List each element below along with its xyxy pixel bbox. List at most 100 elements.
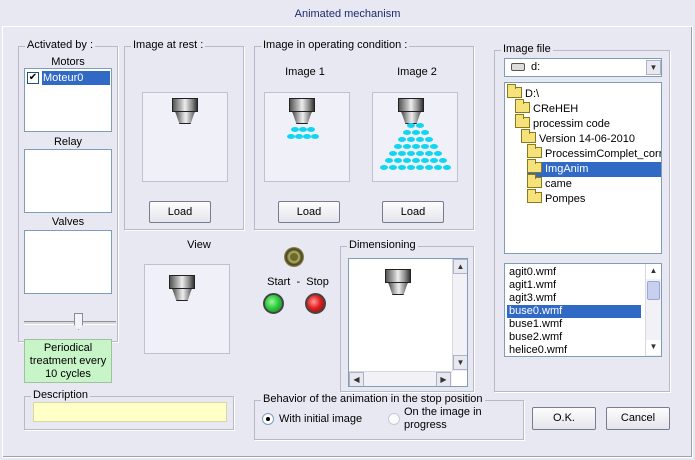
folder-icon	[521, 129, 536, 143]
dimensioning-vscroll[interactable]: ▲ ▼	[452, 259, 467, 371]
relays-label: Relay	[53, 136, 83, 148]
tree-folder-item[interactable]: Pompes	[527, 189, 586, 207]
description-label: Description	[31, 389, 91, 401]
file-list-item[interactable]: buse2.wmf	[507, 331, 641, 344]
spray-drop	[443, 165, 451, 170]
spray-drop	[434, 151, 442, 156]
scroll-right-icon[interactable]: ▶	[436, 372, 451, 386]
spray-drop	[295, 134, 303, 139]
tree-folder-item[interactable]: CReHEH	[515, 99, 579, 117]
spray-drop	[287, 134, 295, 139]
scroll-left-icon[interactable]: ◀	[349, 372, 364, 386]
image2-preview	[372, 92, 458, 182]
drive-select[interactable]: d: ▼	[504, 58, 662, 77]
ok-button[interactable]: O.K.	[532, 407, 596, 430]
scroll-up-icon[interactable]: ▲	[453, 259, 467, 274]
behavior-label: Behavior of the animation in the stop po…	[261, 393, 485, 405]
motors-list[interactable]: ✔ Moteur0	[24, 68, 112, 132]
drive-value: d:	[531, 61, 541, 73]
image-file-label: Image file	[501, 43, 553, 55]
tree-folder-label: Pompes	[545, 193, 586, 205]
folder-icon	[527, 174, 542, 188]
spray-drop	[407, 123, 415, 128]
spray-drop	[411, 130, 420, 135]
image-rest-label: Image at rest :	[131, 39, 206, 51]
file-list-item[interactable]: buse1.wmf	[507, 318, 641, 331]
window-title: Animated mechanism	[0, 0, 695, 28]
motor-checkbox[interactable]: ✔	[27, 72, 39, 84]
period-slider-track[interactable]	[24, 321, 116, 325]
spray-drop	[398, 137, 406, 142]
tree-folder-label: ImgAnim	[545, 163, 589, 175]
spray-drop	[420, 130, 429, 135]
dimensioning-hscroll[interactable]: ◀ ▶	[349, 371, 452, 386]
description-field[interactable]	[33, 402, 227, 422]
motor-item[interactable]: ✔ Moteur0	[27, 71, 110, 85]
spray-drop	[389, 151, 397, 156]
spray-drop	[420, 144, 429, 149]
tree-folder-label: processim code	[533, 118, 611, 130]
relays-list[interactable]	[24, 149, 112, 213]
spray-drop	[416, 151, 424, 156]
tree-folder-item[interactable]: ImgAnim	[527, 159, 661, 177]
scroll-up-icon[interactable]: ▲	[646, 264, 661, 279]
spray-drop	[303, 134, 311, 139]
load-image2-button[interactable]: Load	[382, 201, 444, 223]
file-list-item[interactable]: helice0.wmf	[507, 344, 641, 356]
spray-drop	[420, 158, 429, 163]
tree-folder-label: CReHEH	[533, 103, 579, 115]
dimensioning-canvas[interactable]: ▲ ▼ ◀ ▶	[348, 258, 468, 387]
spray-drop	[425, 151, 433, 156]
status-indicator-light	[284, 247, 304, 267]
cancel-button[interactable]: Cancel	[606, 407, 670, 430]
spray-drop	[407, 165, 415, 170]
spray-drop	[407, 151, 415, 156]
periodical-box: Periodical treatment every 10 cycles	[24, 339, 112, 383]
radio-initial-image-label[interactable]: With initial image	[279, 413, 362, 425]
scroll-thumb[interactable]	[647, 281, 660, 300]
spray-drop	[407, 137, 415, 142]
motors-label: Motors	[51, 56, 85, 68]
tree-folder-item[interactable]: ProcessimComplet_corrige	[527, 144, 661, 162]
folder-icon	[527, 144, 542, 158]
spray-drop	[389, 165, 397, 170]
radio-initial-image[interactable]	[262, 413, 274, 425]
image2-label: Image 2	[397, 66, 437, 78]
activated-by-label: Activated by :	[25, 39, 96, 51]
spray-drop	[434, 165, 442, 170]
spray-drop	[416, 137, 424, 142]
file-list-item[interactable]: agit3.wmf	[507, 292, 641, 305]
spray-drop	[425, 165, 433, 170]
load-rest-button[interactable]: Load	[149, 201, 211, 223]
file-list-item[interactable]: agit0.wmf	[507, 266, 641, 279]
spray-drop	[416, 123, 424, 128]
radio-image-in-progress-label[interactable]: On the image in progress	[404, 406, 494, 432]
view-label: View	[187, 239, 211, 251]
file-list-item[interactable]: agit1.wmf	[507, 279, 641, 292]
spray-drop	[393, 144, 402, 149]
scroll-down-icon[interactable]: ▼	[453, 355, 467, 370]
image-operating-label: Image in operating condition :	[261, 39, 410, 51]
drive-icon	[511, 63, 525, 71]
nozzle-image	[289, 98, 315, 128]
image-rest-preview	[142, 92, 228, 182]
folder-tree[interactable]: D:\ CReHEH processim code Version 14-06-201…	[504, 82, 662, 254]
chevron-down-icon[interactable]: ▼	[646, 60, 661, 75]
image1-preview	[264, 92, 350, 182]
folder-icon	[507, 84, 522, 98]
spray-drop	[398, 151, 406, 156]
folder-icon	[515, 114, 530, 128]
spray-drop	[438, 158, 447, 163]
load-image1-button[interactable]: Load	[278, 201, 340, 223]
valves-list[interactable]	[24, 230, 112, 294]
start-stop-label: Start - Stop	[267, 276, 329, 288]
start-button[interactable]	[263, 293, 284, 314]
stop-button[interactable]	[305, 293, 326, 314]
file-list-item[interactable]: buse0.wmf	[507, 305, 641, 318]
file-list-vscroll[interactable]: ▲ ▼	[645, 264, 661, 356]
tree-folder-label: D:\	[525, 88, 540, 100]
radio-image-in-progress[interactable]	[388, 413, 400, 425]
file-list[interactable]: agit0.wmf agit1.wmf agit3.wmf buse0.wmf buse…	[504, 263, 662, 357]
scroll-down-icon[interactable]: ▼	[646, 340, 661, 355]
tree-folder-item[interactable]: Version 14-06-2010	[521, 129, 635, 147]
